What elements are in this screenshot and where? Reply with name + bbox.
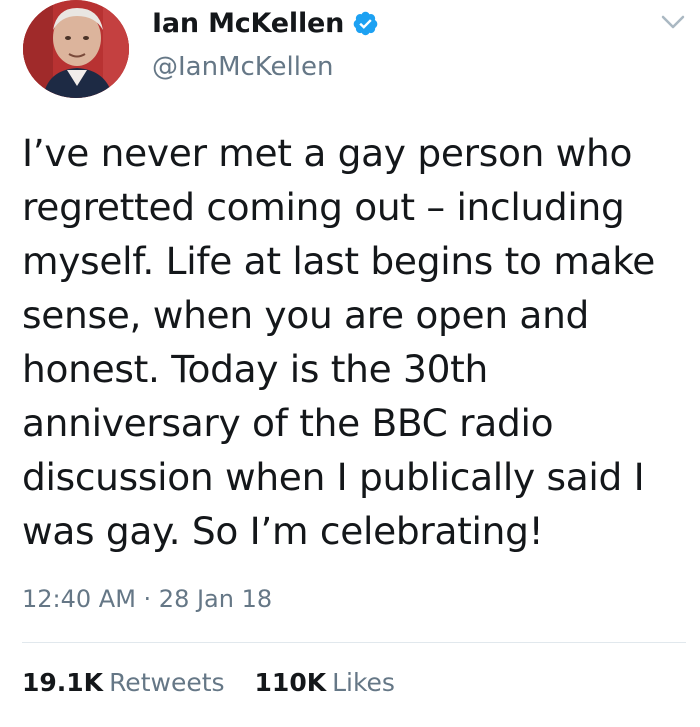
author-handle[interactable]: @IanMcKellen [152,52,333,82]
author-display-name[interactable]: Ian McKellen [152,8,344,39]
likes-stat[interactable]: 110K Likes [255,668,395,697]
avatar[interactable] [23,0,129,98]
avatar-photo-icon [23,0,129,98]
tweet-card: Ian McKellen @IanMcKellen I’ve never met… [0,0,700,727]
tweet-text: I’ve never met a gay person who regrette… [22,131,656,553]
likes-count: 110K [254,668,327,697]
likes-label: Likes [332,668,395,697]
tweet-stats: 19.1K Retweets 110K Likes [22,668,395,697]
retweets-label: Retweets [109,668,225,697]
tweet-timestamp[interactable]: 12:40 AM · 28 Jan 18 [22,585,272,613]
retweets-stat[interactable]: 19.1K Retweets [22,668,225,697]
chevron-down-icon[interactable] [660,12,686,32]
verified-badge-icon [352,10,379,37]
divider [22,642,686,643]
author-name-row[interactable]: Ian McKellen [152,8,379,39]
retweets-count: 19.1K [22,668,104,697]
